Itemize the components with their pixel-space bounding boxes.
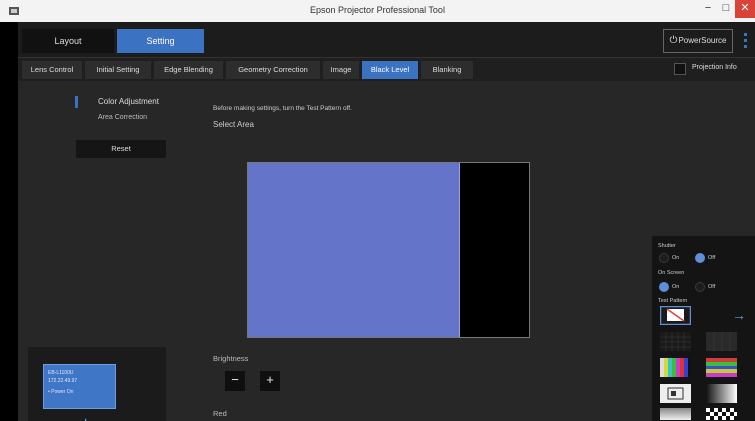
tab-layout[interactable]: Layout	[22, 29, 114, 53]
on-screen-off-label: Off	[708, 284, 716, 290]
on-screen-on-label: On	[672, 284, 680, 290]
test-pattern-notice: Before making settings, turn the Test Pa…	[213, 105, 352, 112]
pattern-off-icon[interactable]	[660, 306, 691, 325]
power-icon: ⏻	[669, 35, 678, 46]
tab-initial-setting[interactable]: Initial Setting	[85, 61, 151, 79]
tab-black-level[interactable]: Black Level	[362, 61, 418, 79]
close-button[interactable]: ✕	[735, 0, 755, 18]
brightness-minus-button[interactable]: −	[225, 371, 245, 391]
control-panel: Shutter On Off On Screen On Off Test Pat…	[652, 236, 755, 421]
pattern-gray-icon[interactable]	[706, 332, 737, 351]
shutter-off-label: Off	[708, 255, 716, 261]
tab-edge-blending[interactable]: Edge Blending	[154, 61, 223, 79]
setting-tab-bar: Lens Control Initial Setting Edge Blendi…	[18, 57, 755, 81]
brightness-label: Brightness	[213, 354, 249, 363]
projector-status: • Power On	[48, 389, 74, 395]
on-screen-off-radio[interactable]	[695, 282, 705, 292]
projector-preview: EB-L1100U 172.22.49.97 • Power On	[28, 347, 166, 421]
pattern-color-stripes-icon[interactable]	[706, 358, 737, 377]
projection-info-checkbox[interactable]	[674, 63, 686, 75]
power-source-label: PowerSource	[678, 36, 727, 45]
content-area: Color Adjustment Area Correction Reset B…	[18, 81, 755, 421]
on-screen-on-radio[interactable]	[659, 282, 669, 292]
pattern-grid-icon[interactable]	[660, 332, 691, 351]
next-pattern-icon[interactable]: →	[732, 307, 746, 323]
pattern-white-icon[interactable]	[660, 408, 691, 420]
on-screen-label: On Screen	[658, 270, 685, 276]
pattern-screen-icon[interactable]	[660, 384, 691, 403]
maximize-button[interactable]: □	[715, 0, 737, 18]
nav-selection-marker	[75, 96, 78, 108]
power-source-button[interactable]: ⏻PowerSource	[663, 29, 733, 53]
brightness-plus-button[interactable]: +	[260, 371, 280, 391]
shutter-off-radio[interactable]	[695, 253, 705, 263]
app-window: Layout Setting ⏻PowerSource Lens Control…	[18, 22, 755, 421]
select-area-label: Select Area	[213, 120, 254, 129]
selected-area[interactable]	[248, 163, 460, 337]
window-title: Epson Projector Professional Tool	[310, 5, 445, 15]
tab-image[interactable]: Image	[323, 61, 359, 79]
shutter-on-label: On	[672, 255, 680, 261]
tab-blanking[interactable]: Blanking	[421, 61, 473, 79]
title-bar: Epson Projector Professional Tool − □ ✕	[0, 0, 755, 22]
nav-item-area-correction[interactable]: Area Correction	[98, 114, 147, 121]
pattern-gradient-icon[interactable]	[706, 384, 737, 403]
projector-ip: 172.22.49.97	[48, 378, 78, 384]
projector-tile[interactable]: EB-L1100U 172.22.49.97 • Power On	[43, 364, 116, 409]
zoom-in-icon[interactable]: +	[81, 415, 90, 421]
reset-button[interactable]: Reset	[76, 140, 166, 158]
tab-setting[interactable]: Setting	[117, 29, 204, 53]
red-label: Red	[213, 409, 227, 418]
shutter-on-radio[interactable]	[659, 253, 669, 263]
area-selector[interactable]	[247, 162, 530, 338]
pattern-checker-icon[interactable]	[706, 408, 737, 420]
shutter-label: Shutter	[658, 243, 676, 249]
more-menu-icon[interactable]	[741, 30, 749, 52]
nav-item-color-adjustment[interactable]: Color Adjustment	[98, 97, 159, 106]
tab-lens-control[interactable]: Lens Control	[22, 61, 82, 79]
mode-bar: Layout Setting ⏻PowerSource	[18, 22, 755, 57]
projection-info-label: Projection Info	[692, 64, 737, 71]
pattern-color-bars-icon[interactable]	[660, 358, 691, 377]
test-pattern-label: Test Pattern	[658, 298, 688, 304]
tab-geometry-correction[interactable]: Geometry Correction	[226, 61, 320, 79]
projector-model: EB-L1100U	[48, 370, 74, 376]
